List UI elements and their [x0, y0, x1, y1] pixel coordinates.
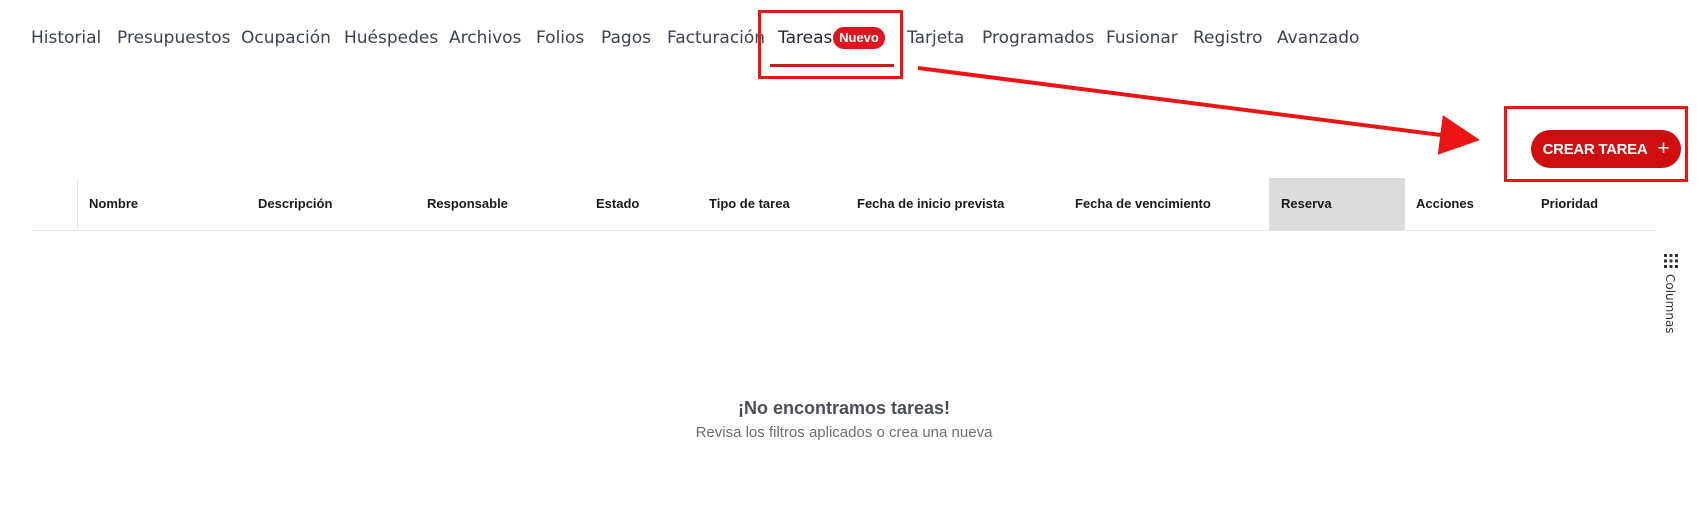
page: Historial Presupuestos Ocupación Huésped… [0, 0, 1701, 505]
annotation-arrow [917, 66, 1480, 155]
